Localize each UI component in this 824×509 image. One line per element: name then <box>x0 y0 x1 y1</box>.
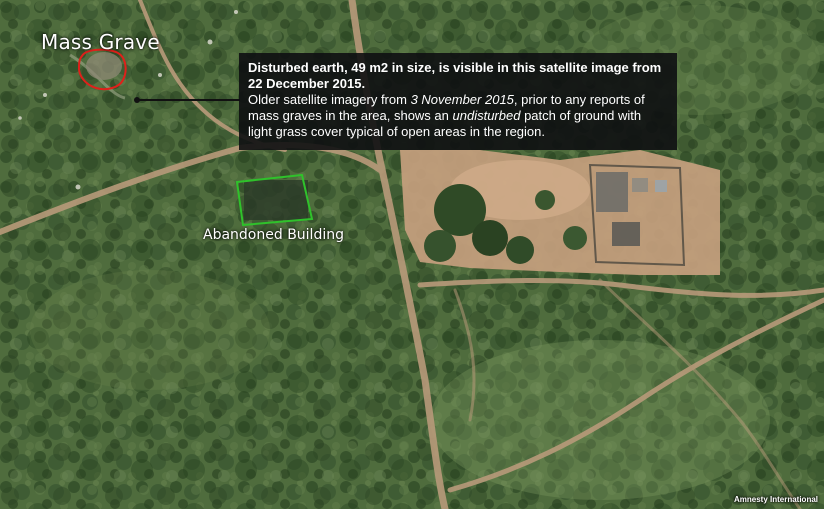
callout-leader-line <box>134 97 240 103</box>
callout-body: Older satellite imagery from 3 November … <box>248 92 668 140</box>
mass-grave-label: Mass Grave <box>41 30 160 54</box>
image-credit: Amnesty International <box>733 495 818 504</box>
abandoned-building-outline <box>235 173 314 227</box>
satellite-map: Mass Grave Abandoned Building Disturbed … <box>0 0 824 509</box>
info-callout: Disturbed earth, 49 m2 in size, is visib… <box>239 53 677 150</box>
callout-body-emphasis: undisturbed <box>452 108 521 123</box>
callout-body-date: 3 November 2015 <box>410 92 514 107</box>
abandoned-building-label: Abandoned Building <box>203 227 344 243</box>
callout-headline: Disturbed earth, 49 m2 in size, is visib… <box>248 60 662 91</box>
callout-body-part-1: Older satellite imagery from <box>248 92 411 107</box>
